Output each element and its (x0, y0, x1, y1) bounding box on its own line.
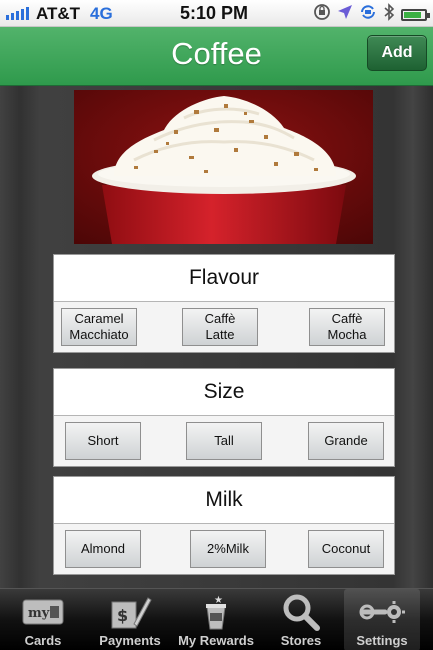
option-grande-button[interactable]: Grande (308, 422, 384, 460)
wrench-gear-icon (359, 593, 405, 631)
size-options: Short Tall Grande (54, 416, 394, 466)
option-coconut-button[interactable]: Coconut (308, 530, 384, 568)
option-almond-button[interactable]: Almond (65, 530, 141, 568)
tab-payments[interactable]: $ Payments (92, 589, 168, 650)
carrier-name: AT&T (36, 4, 81, 23)
location-arrow-icon (337, 4, 353, 26)
flavour-section: Flavour Caramel Macchiato Caffè Latte Caff… (53, 254, 395, 353)
section-title: Milk (54, 477, 394, 524)
tab-label: Stores (280, 633, 322, 648)
battery-icon (401, 9, 430, 21)
milk-options: Almond 2%Milk Coconut (54, 524, 394, 574)
option-2-percent-milk-button[interactable]: 2%Milk (190, 530, 266, 568)
tab-bar: my Cards $ Payments ★ My Rewards Stores … (0, 588, 433, 650)
section-title: Size (54, 369, 394, 416)
tab-label: Settings (356, 633, 408, 648)
option-short-button[interactable]: Short (65, 422, 141, 460)
option-caffe-latte-button[interactable]: Caffè Latte (182, 308, 258, 346)
rotation-lock-icon (313, 3, 331, 27)
milk-section: Milk Almond 2%Milk Coconut (53, 476, 395, 575)
tab-cards[interactable]: my Cards (6, 589, 80, 650)
coffee-product-image (74, 90, 373, 244)
payments-icon: $ (108, 593, 152, 631)
navigation-bar: Coffee Add (0, 27, 433, 86)
status-time: 5:10 PM (180, 3, 249, 23)
bluetooth-icon (383, 3, 395, 27)
content-area: Flavour Caramel Macchiato Caffè Latte Caff… (0, 86, 433, 588)
tab-label: My Rewards (178, 633, 254, 648)
svg-text:my: my (28, 606, 50, 621)
section-title: Flavour (54, 255, 394, 302)
option-caramel-macchiato-button[interactable]: Caramel Macchiato (61, 308, 137, 346)
signal-strength-icon (6, 7, 29, 20)
option-caffe-mocha-button[interactable]: Caffè Mocha (309, 308, 385, 346)
status-bar: AT&T 4G 5:10 PM (0, 0, 433, 27)
tab-label: Payments (99, 633, 161, 648)
tab-label: Cards (24, 633, 62, 648)
card-icon: my (22, 593, 64, 631)
tab-settings[interactable]: Settings (344, 589, 420, 650)
sync-icon (359, 4, 377, 26)
search-icon (282, 593, 320, 631)
tab-my-rewards[interactable]: ★ My Rewards (174, 589, 258, 650)
flavour-options: Caramel Macchiato Caffè Latte Caffè Mocha (54, 302, 394, 352)
network-type: 4G (90, 4, 113, 23)
tab-stores[interactable]: Stores (270, 589, 332, 650)
add-button[interactable]: Add (367, 35, 427, 71)
size-section: Size Short Tall Grande (53, 368, 395, 467)
option-tall-button[interactable]: Tall (186, 422, 262, 460)
rewards-cup-icon: ★ (198, 593, 234, 631)
svg-text:$: $ (117, 606, 128, 625)
